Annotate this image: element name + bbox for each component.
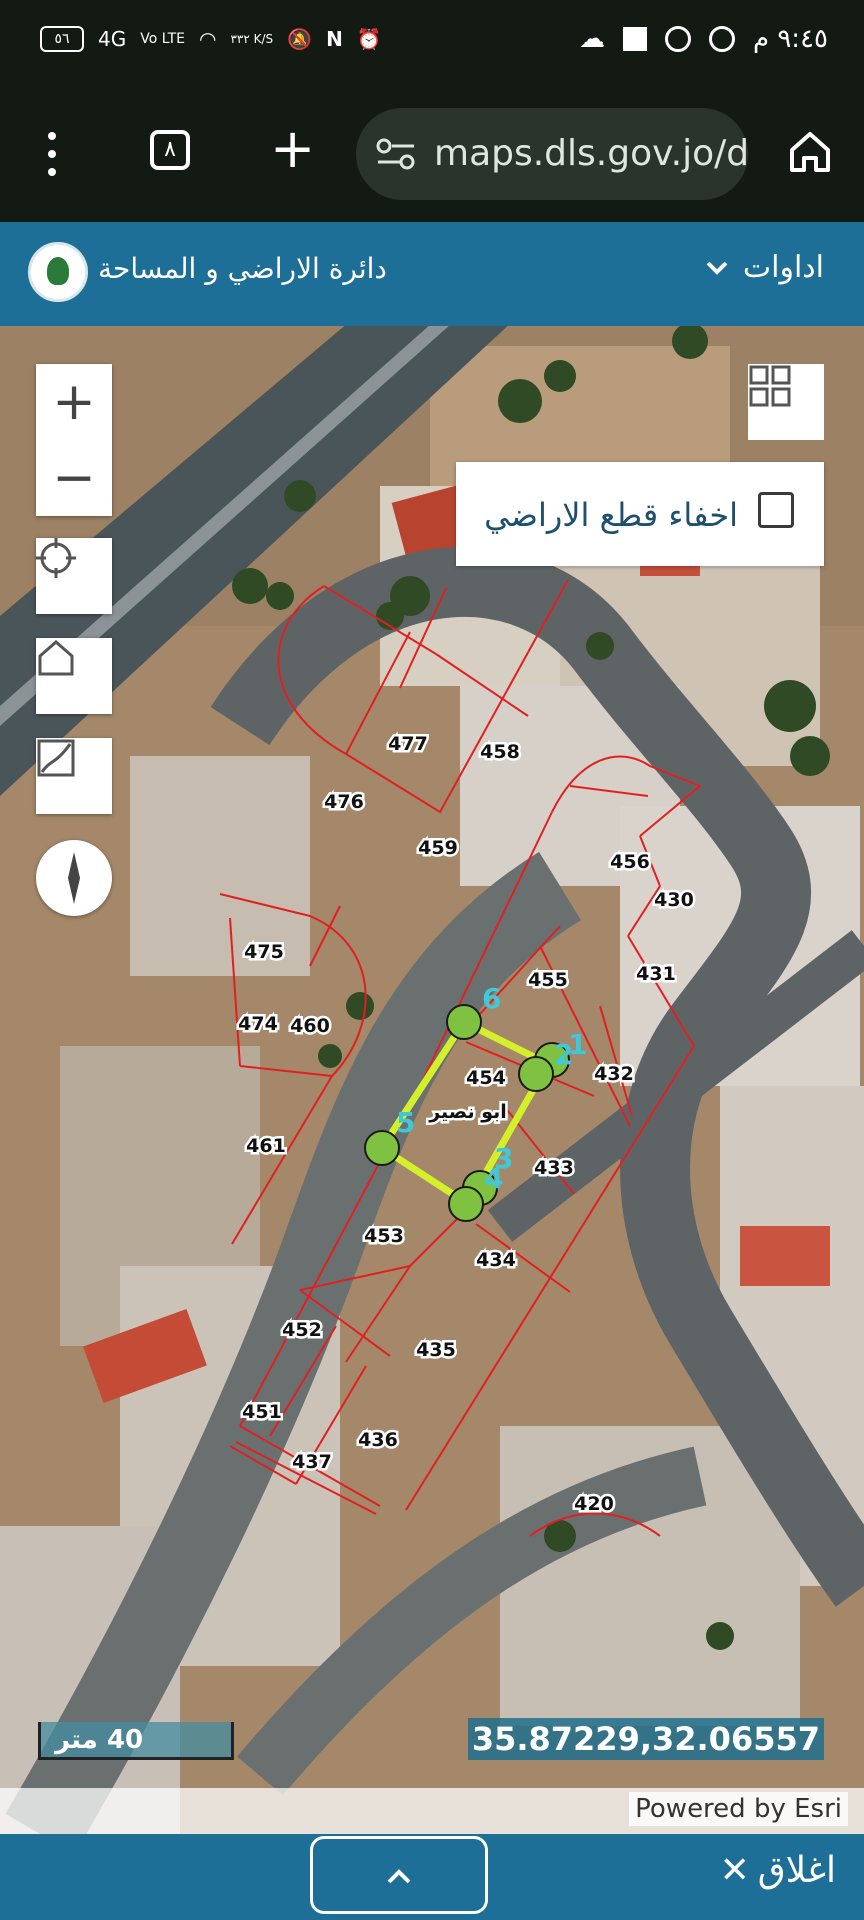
zoom-in-button[interactable]: + (52, 376, 96, 428)
parcel-number: 476 (324, 791, 364, 813)
clock: ٩:٤٥ م (752, 24, 828, 54)
parcel-number: 460 (290, 1015, 330, 1037)
hide-parcels-label: اخفاء قطع الاراضي (484, 496, 738, 534)
parcel-number: 436 (358, 1429, 398, 1451)
vertex-label: 6 (482, 982, 501, 1015)
app-header: دائرة الاراضي و المساحة اداوات (0, 222, 864, 326)
scale-bar: 40 متر (38, 1722, 234, 1760)
coordinates-readout: 35.87229,32.06557 (467, 1718, 824, 1760)
new-tab-icon[interactable]: + (270, 122, 315, 176)
basemap-button[interactable] (36, 738, 112, 814)
wifi-icon: ◠ (199, 27, 217, 51)
hide-parcels-toggle[interactable]: اخفاء قطع الاراضي (456, 462, 824, 566)
browser-toolbar: ٨ + maps.dls.gov.jo/d (0, 86, 864, 220)
home-extent-button[interactable] (36, 638, 112, 714)
vertex-label: 2 (554, 1038, 573, 1071)
cloud-icon: ☁ (578, 24, 605, 54)
status-bar: ٥٦ 4G Vo LTE ◠ ٣٣٢ K/S 🔕 N ⏰ ☁ ٩:٤٥ م (0, 0, 864, 86)
chevron-up-icon (387, 1869, 411, 1884)
parcel-number: 459 (418, 837, 458, 859)
dls-logo (28, 242, 88, 302)
parcel-number: 433 (534, 1157, 574, 1179)
parcel-number: 431 (636, 963, 676, 985)
parcel-number: 477 (388, 733, 428, 755)
tools-label: اداوات (742, 250, 824, 285)
parcel-number: 456 (610, 851, 650, 873)
parcel-number: 432 (594, 1063, 634, 1085)
hide-parcels-checkbox[interactable] (758, 492, 794, 528)
parcel-number: 430 (654, 889, 694, 911)
battery-indicator: ٥٦ (40, 26, 84, 52)
network-speed: ٣٣٢ K/S (230, 32, 274, 46)
close-icon: ✕ (719, 1850, 750, 1891)
status-right: ☁ ٩:٤٥ م (579, 24, 828, 54)
site-title: دائرة الاراضي و المساحة (98, 252, 387, 285)
network-type: 4G (98, 27, 127, 51)
notification-square-icon (622, 27, 647, 51)
close-button[interactable]: اغلاق ✕ (720, 1850, 836, 1891)
parcel-number: 455 (528, 969, 568, 991)
nfc-icon: N (326, 27, 343, 51)
parcel-number: 434 (476, 1249, 516, 1271)
map-view[interactable]: 1 2 3 4 5 6 ابو نصير 477 458 476 459 456… (0, 326, 864, 1834)
more-menu-icon[interactable] (48, 132, 58, 186)
parcel-number: 475 (244, 941, 284, 963)
parcel-number: 420 (574, 1493, 614, 1515)
site-settings-icon[interactable] (376, 138, 416, 170)
crosshair-icon (36, 538, 76, 578)
parcel-number: 453 (364, 1225, 404, 1247)
parcel-number: 474 (238, 1013, 278, 1035)
home-icon (38, 640, 74, 676)
compass-icon (68, 852, 80, 904)
esri-attribution[interactable]: Powered by Esri (629, 1792, 848, 1826)
address-bar[interactable]: maps.dls.gov.jo/d (356, 108, 750, 200)
panel-toggle-button[interactable] (310, 1836, 488, 1914)
parcel-number: 437 (292, 1451, 332, 1473)
vertex-label: 5 (396, 1106, 415, 1139)
mute-icon: 🔕 (287, 27, 313, 51)
selected-parcel-name: ابو نصير (428, 1101, 507, 1123)
alarm-icon: ⏰ (356, 27, 382, 51)
whatsapp-icon (708, 26, 735, 52)
close-label: اغلاق (757, 1850, 836, 1891)
map-icon (37, 739, 75, 777)
app-notification-icon (664, 26, 691, 52)
grid-icon (749, 365, 791, 407)
parcel-number: 435 (416, 1339, 456, 1361)
tools-menu[interactable]: اداوات (705, 250, 824, 285)
layers-grid-button[interactable] (748, 364, 824, 440)
compass-button[interactable] (36, 840, 112, 916)
zoom-controls: + − (36, 364, 112, 516)
status-left: ٥٦ 4G Vo LTE ◠ ٣٣٢ K/S 🔕 N ⏰ (40, 26, 382, 52)
tab-switcher-button[interactable]: ٨ (150, 130, 190, 170)
parcel-number: 451 (242, 1401, 282, 1423)
zoom-out-button[interactable]: − (52, 452, 96, 504)
parcel-number: 458 (480, 741, 520, 763)
chevron-down-icon (706, 261, 728, 275)
bottom-bar: اغلاق ✕ (0, 1834, 864, 1920)
volte-indicator: Vo LTE (140, 31, 186, 47)
vertex-label: 4 (484, 1162, 503, 1195)
locate-button[interactable] (36, 538, 112, 614)
parcel-number: 452 (282, 1319, 322, 1341)
parcel-number: 454 (466, 1067, 506, 1089)
home-icon[interactable] (786, 128, 834, 176)
parcel-number: 461 (246, 1135, 286, 1157)
url-text: maps.dls.gov.jo/d (434, 133, 750, 174)
